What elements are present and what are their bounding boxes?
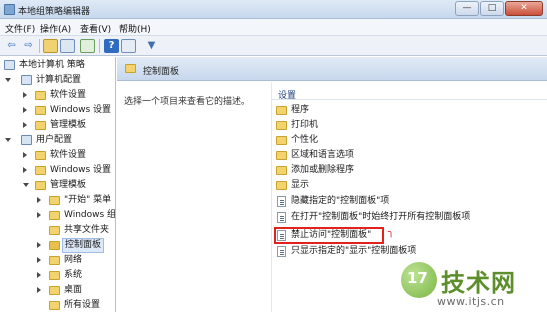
highlight-annotation xyxy=(274,227,384,244)
up-folder-icon[interactable] xyxy=(43,39,58,53)
policy-editor-app-icon xyxy=(4,4,15,15)
expand-arrow-icon[interactable] xyxy=(37,257,41,263)
title-bar: 本地组策略编辑器 — □ ✕ xyxy=(0,0,547,19)
expand-arrow-icon[interactable] xyxy=(23,92,27,98)
menu-view[interactable]: 查看(V) xyxy=(80,22,111,35)
menu-bar: 文件(F) 操作(A) 查看(V) 帮助(H) xyxy=(0,19,547,36)
watermark: 17 技术网 www.itjs.cn xyxy=(401,262,547,312)
expand-arrow-icon[interactable] xyxy=(23,167,27,173)
expand-arrow-icon[interactable] xyxy=(37,272,41,278)
folder-icon xyxy=(276,121,287,130)
minimize-button[interactable]: — xyxy=(455,1,479,16)
folder-icon xyxy=(35,91,46,100)
show-tree-icon[interactable] xyxy=(60,39,75,53)
toolbar: ⇦ ⇨ ? ▼ xyxy=(0,36,547,56)
panel-header: 控制面板 xyxy=(117,57,547,81)
menu-help[interactable]: 帮助(H) xyxy=(119,22,151,35)
computer-policy-icon xyxy=(4,60,15,70)
help-icon[interactable]: ? xyxy=(104,39,119,53)
user-icon xyxy=(21,135,32,145)
red-mark-annotation: ╮ xyxy=(388,227,395,238)
folder-icon xyxy=(35,151,46,160)
filter-icon[interactable]: ▼ xyxy=(144,39,159,53)
expand-arrow-icon[interactable] xyxy=(23,122,27,128)
expand-arrow-icon[interactable] xyxy=(37,212,41,218)
folder-icon xyxy=(49,226,60,235)
expand-arrow-icon[interactable] xyxy=(5,138,11,142)
policy-icon xyxy=(277,246,286,257)
expand-arrow-icon[interactable] xyxy=(23,107,27,113)
close-button[interactable]: ✕ xyxy=(505,1,543,16)
folder-icon xyxy=(35,121,46,130)
expand-arrow-icon[interactable] xyxy=(23,183,29,187)
menu-file[interactable]: 文件(F) xyxy=(5,22,35,35)
folder-icon xyxy=(49,301,60,310)
watermark-name: 技术网 xyxy=(441,269,516,297)
expand-arrow-icon[interactable] xyxy=(37,242,41,248)
folder-icon xyxy=(276,181,287,190)
back-arrow-icon[interactable]: ⇦ xyxy=(4,39,19,53)
computer-icon xyxy=(21,75,32,85)
properties-icon[interactable] xyxy=(121,39,136,53)
folder-icon xyxy=(49,256,60,265)
toolbar-separator xyxy=(99,39,100,53)
expand-arrow-icon[interactable] xyxy=(37,287,41,293)
toolbar-separator xyxy=(39,39,40,53)
folder-icon xyxy=(276,136,287,145)
window-controls: — □ ✕ xyxy=(455,1,543,18)
folder-icon xyxy=(276,166,287,175)
description-text: 选择一个项目来查看它的描述。 xyxy=(124,97,251,107)
folder-icon xyxy=(35,181,46,190)
window-title: 本地组策略编辑器 xyxy=(18,7,91,17)
expand-arrow-icon[interactable] xyxy=(37,197,41,203)
folder-icon xyxy=(125,64,136,73)
folder-icon xyxy=(276,106,287,115)
tree-pane[interactable]: 本地计算机 策略 计算机配置 软件设置 Windows 设置 管理模板 用户配置… xyxy=(0,57,116,312)
policy-icon xyxy=(277,212,286,223)
panel-title: 控制面板 xyxy=(143,67,180,77)
folder-open-icon xyxy=(49,241,60,250)
description-pane: 选择一个项目来查看它的描述。 xyxy=(117,82,269,312)
folder-icon xyxy=(49,211,60,220)
watermark-url: www.itjs.cn xyxy=(437,295,505,308)
folder-icon xyxy=(49,271,60,280)
menu-action[interactable]: 操作(A) xyxy=(40,22,71,35)
expand-arrow-icon[interactable] xyxy=(5,78,11,82)
maximize-button[interactable]: □ xyxy=(480,1,504,16)
column-header-setting[interactable]: 设置 xyxy=(272,86,547,101)
policy-icon xyxy=(277,196,286,207)
folder-icon xyxy=(35,166,46,175)
folder-icon xyxy=(49,196,60,205)
folder-icon xyxy=(49,286,60,295)
export-list-icon[interactable] xyxy=(80,39,95,53)
watermark-logo-icon: 17 xyxy=(401,262,437,298)
forward-arrow-icon[interactable]: ⇨ xyxy=(21,39,36,53)
folder-icon xyxy=(276,151,287,160)
folder-icon xyxy=(35,106,46,115)
expand-arrow-icon[interactable] xyxy=(23,152,27,158)
